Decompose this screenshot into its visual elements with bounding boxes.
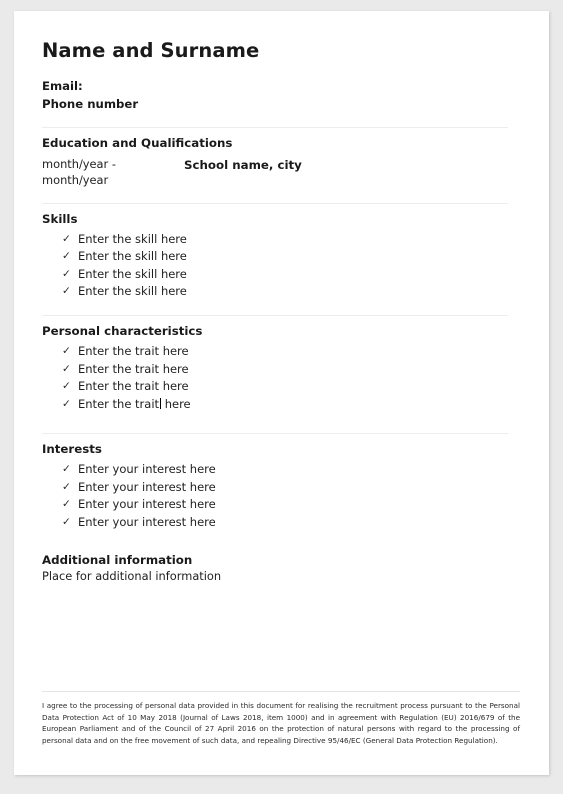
list-item[interactable]: ✓ Enter the skill here: [62, 283, 535, 300]
list-item[interactable]: ✓ Enter your interest here: [62, 461, 535, 478]
list-item-label: Enter the trait here: [78, 361, 189, 376]
education-dates[interactable]: month/year - month/year: [42, 157, 184, 188]
list-item-label: Enter the trait here: [78, 379, 189, 394]
page-content: Name and Surname Email: Phone number Edu…: [42, 39, 535, 765]
list-item-label: Enter the skill here: [78, 284, 187, 299]
list-item-label: Enter the skill here: [78, 231, 187, 246]
check-icon: ✓: [62, 285, 71, 298]
phone-label[interactable]: Phone number: [42, 96, 535, 113]
check-icon: ✓: [62, 380, 71, 393]
email-label[interactable]: Email:: [42, 78, 535, 95]
document-viewport: Name and Surname Email: Phone number Edu…: [0, 0, 563, 794]
list-item-label: Enter the skill here: [78, 249, 187, 264]
list-item-label: Enter your interest here: [78, 514, 216, 529]
list-item[interactable]: ✓ Enter your interest here: [62, 514, 535, 531]
list-item-label: Enter the skill here: [78, 266, 187, 281]
list-item[interactable]: ✓ Enter the skill here: [62, 231, 535, 248]
list-item[interactable]: ✓ Enter the trait here: [62, 378, 535, 395]
education-school[interactable]: School name, city: [184, 157, 302, 173]
skills-list: ✓ Enter the skill here ✓ Enter the skill…: [42, 231, 535, 301]
page-title[interactable]: Name and Surname: [42, 39, 535, 62]
list-item[interactable]: ✓ Enter the skill here: [62, 248, 535, 265]
list-item-label: Enter your interest here: [78, 462, 216, 477]
list-item-label: Enter the trait here: [78, 344, 189, 359]
list-item[interactable]: ✓ Enter your interest here: [62, 496, 535, 513]
education-entry: month/year - month/year School name, cit…: [42, 157, 535, 188]
section-heading-additional-information: Additional information: [42, 553, 193, 568]
check-icon: ✓: [62, 267, 71, 280]
consent-statement: I agree to the processing of personal da…: [42, 701, 520, 745]
list-item[interactable]: ✓ Enter your interest here: [62, 479, 535, 496]
additional-information-body[interactable]: Place for additional information: [42, 569, 535, 585]
list-item-label-after-caret: here: [161, 396, 191, 411]
list-item-label: Enter your interest here: [78, 479, 216, 494]
check-icon: ✓: [62, 345, 71, 358]
section-heading-personal-characteristics: Personal characteristics: [42, 323, 203, 338]
list-item[interactable]: ✓ Enter the trait here: [62, 361, 535, 378]
check-icon: ✓: [62, 480, 71, 493]
footer: I agree to the processing of personal da…: [42, 691, 520, 747]
check-icon: ✓: [62, 397, 71, 410]
list-item[interactable]: ✓ Enter the trait here: [62, 343, 535, 360]
check-icon: ✓: [62, 250, 71, 263]
list-item-label: Enter your interest here: [78, 497, 216, 512]
list-item-active[interactable]: ✓ Enter the trait here: [62, 396, 535, 413]
check-icon: ✓: [62, 463, 71, 476]
interests-list: ✓ Enter your interest here ✓ Enter your …: [42, 461, 535, 531]
document-page: Name and Surname Email: Phone number Edu…: [14, 11, 549, 775]
check-icon: ✓: [62, 515, 71, 528]
list-item-label-before-caret: Enter the trait: [78, 396, 160, 411]
check-icon: ✓: [62, 232, 71, 245]
check-icon: ✓: [62, 498, 71, 511]
section-heading-interests: Interests: [42, 442, 102, 456]
section-heading-skills: Skills: [42, 211, 78, 226]
personal-characteristics-list: ✓ Enter the trait here ✓ Enter the trait…: [42, 343, 535, 413]
check-icon: ✓: [62, 362, 71, 375]
list-item[interactable]: ✓ Enter the skill here: [62, 266, 535, 283]
footer-divider: [42, 691, 520, 692]
section-heading-education: Education and Qualifications: [42, 135, 233, 150]
